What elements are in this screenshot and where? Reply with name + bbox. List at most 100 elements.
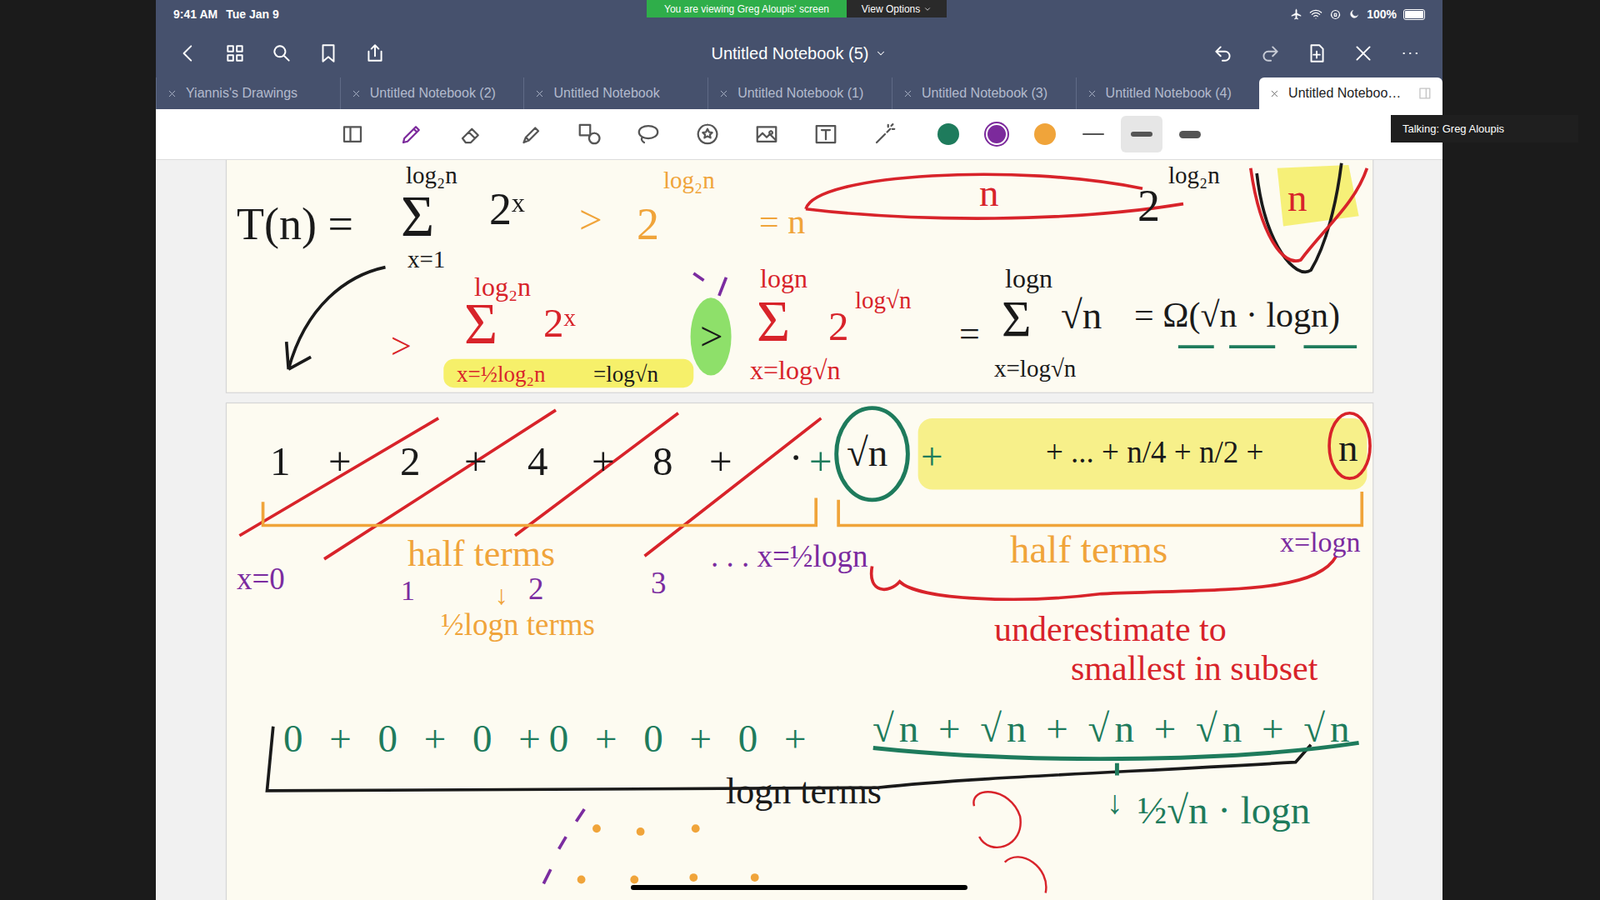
- pen-color-button[interactable]: [924, 115, 973, 153]
- ink-text: Σ: [756, 293, 790, 351]
- tool-button[interactable]: [736, 115, 796, 153]
- tab[interactable]: Untitled Notebook (1): [707, 77, 892, 110]
- laser-icon: [872, 121, 898, 147]
- close-tab-icon[interactable]: [1269, 88, 1280, 100]
- tab-label: Yiannis's Drawings: [185, 83, 298, 104]
- close-icon[interactable]: [1352, 42, 1375, 65]
- sticker-icon: [695, 121, 720, 147]
- ink-text: = n: [759, 204, 805, 240]
- pen-icon: [399, 121, 425, 147]
- tool-button[interactable]: [795, 115, 855, 153]
- ink-text: = Ω(√n · logn): [1134, 297, 1340, 333]
- date: Tue Jan 9: [225, 5, 280, 24]
- bookmark-icon[interactable]: [317, 42, 340, 65]
- tab[interactable]: Untitled Notebook: [523, 77, 708, 110]
- page-icon: [340, 121, 365, 147]
- battery-fill: [1405, 10, 1424, 19]
- tool-button[interactable]: [618, 115, 678, 153]
- back-icon[interactable]: [177, 42, 200, 65]
- ink-text: =log√n: [593, 363, 659, 386]
- tab[interactable]: Untitled Noteboo…: [1259, 77, 1443, 110]
- ink-text: √n: [846, 433, 888, 473]
- undo-icon[interactable]: [1212, 42, 1235, 65]
- close-tab-icon[interactable]: [350, 88, 362, 100]
- ink-text: 2: [828, 305, 850, 347]
- tab[interactable]: Untitled Notebook (4): [1075, 77, 1260, 110]
- stroke-width-button[interactable]: [1072, 115, 1115, 153]
- app-toolbar: Untitled Notebook (5): [155, 28, 1443, 78]
- redo-icon[interactable]: [1259, 42, 1281, 65]
- tab-label: Untitled Notebook (3): [921, 83, 1048, 104]
- battery-percent: 100%: [1366, 5, 1397, 24]
- stroke-width-icon: [1082, 133, 1105, 135]
- ink-text: log₂n: [663, 168, 715, 193]
- notebook-canvas[interactable]: T(n) =log₂nΣx=12ˣ>2log₂n= nn2log₂nn>log₂…: [155, 160, 1443, 900]
- ink-text: ·: [789, 436, 803, 478]
- stroke-width-button[interactable]: [1120, 115, 1163, 153]
- pen-color-button[interactable]: [1020, 115, 1070, 153]
- tab[interactable]: Untitled Notebook (3): [891, 77, 1076, 110]
- tool-button[interactable]: [677, 115, 737, 153]
- wifi-icon: [1309, 7, 1323, 21]
- stroke-width-icon: [1179, 130, 1201, 139]
- tab[interactable]: Yiannis's Drawings: [155, 77, 340, 110]
- ink-text: logn terms: [725, 773, 882, 810]
- tab-label: Untitled Noteboo…: [1288, 83, 1401, 104]
- ink-text: smallest in subset: [1070, 650, 1318, 686]
- notebook-title-button[interactable]: Untitled Notebook (5): [711, 40, 888, 66]
- ink-text: 2: [400, 440, 421, 482]
- close-tab-icon[interactable]: [718, 88, 730, 100]
- ipad-screen: 9:41 AMTue Jan 9100% Untitled Notebook (…: [155, 0, 1443, 900]
- grid-icon[interactable]: [224, 42, 246, 65]
- screen: 9:41 AMTue Jan 9100% Untitled Notebook (…: [0, 0, 1600, 900]
- close-tab-icon[interactable]: [166, 88, 178, 100]
- tab[interactable]: Untitled Notebook (2): [340, 77, 525, 110]
- status-right: 100%: [1290, 5, 1425, 24]
- ink-text: + ... + n/4 + n/2 +: [1045, 436, 1264, 468]
- stroke-width-icon: [1130, 131, 1153, 137]
- tool-button[interactable]: [322, 115, 382, 153]
- search-icon[interactable]: [270, 42, 293, 65]
- color-swatch: [985, 123, 1008, 145]
- ink-text: +: [464, 440, 488, 482]
- ink-text: x=1: [407, 247, 445, 272]
- ink-text: log₂n: [1168, 163, 1220, 188]
- ink-text: 3: [650, 567, 667, 599]
- close-tab-icon[interactable]: [902, 88, 914, 100]
- view-options-button[interactable]: View Options: [846, 0, 947, 18]
- pen-color-button[interactable]: [972, 115, 1021, 153]
- toolbar-right: [1212, 42, 1430, 65]
- chevron-down-icon: [923, 5, 932, 14]
- ink-text: x=0: [236, 563, 285, 595]
- add-page-icon[interactable]: [1305, 42, 1328, 65]
- ink-text: 0 + 0 + 0 +0 + 0 + 0 +: [283, 719, 815, 759]
- ink-text: 4: [527, 440, 549, 482]
- ink-text: >: [390, 328, 412, 365]
- image-icon: [754, 121, 780, 147]
- tool-button[interactable]: [559, 115, 619, 153]
- banner-text: You are viewing Greg Aloupis' screen: [664, 1, 830, 17]
- tool-button[interactable]: [500, 115, 560, 153]
- share-icon[interactable]: [364, 42, 386, 65]
- ink-text: Σ: [1001, 293, 1032, 345]
- ink-text: log₂n: [405, 163, 458, 188]
- talking-label: Talking: Greg Aloupis: [1402, 120, 1505, 138]
- tab-label: Untitled Notebook: [553, 83, 660, 104]
- tab-bar: Yiannis's Drawings Untitled Notebook (2) U…: [155, 77, 1443, 110]
- tool-button[interactable]: [381, 115, 441, 153]
- ink-text: logn: [1005, 265, 1053, 292]
- color-swatch: [937, 123, 960, 145]
- ink-text: 2ˣ: [543, 302, 576, 344]
- close-tab-icon[interactable]: [1086, 88, 1098, 100]
- more-icon[interactable]: [1399, 42, 1421, 65]
- tool-button[interactable]: [440, 115, 500, 153]
- ink-text: Σ: [400, 188, 435, 246]
- ink-text: x=½log₂n: [456, 363, 545, 386]
- close-tab-icon[interactable]: [534, 88, 545, 100]
- ink-text: √n + √n + √n + √n + √n: [872, 709, 1355, 749]
- tool-button[interactable]: [855, 115, 915, 153]
- stroke-width-button[interactable]: [1169, 115, 1211, 153]
- moon-icon: [1348, 8, 1360, 20]
- ink-text: logn: [760, 265, 808, 292]
- split-view-icon[interactable]: [1417, 85, 1433, 101]
